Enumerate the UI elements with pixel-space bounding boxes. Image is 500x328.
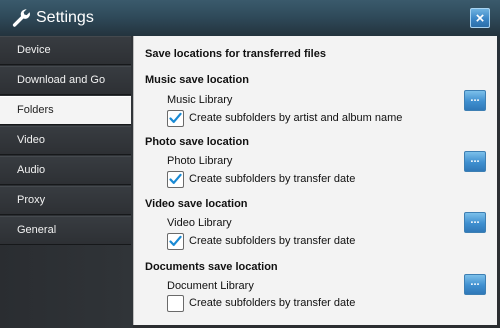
wrench-icon: [12, 9, 30, 27]
documents-subfolders-checkbox[interactable]: [167, 295, 184, 312]
checkmark-icon: [169, 173, 182, 184]
sidebar-item-video[interactable]: Video: [0, 126, 131, 155]
photo-section-title: Photo save location: [145, 136, 249, 148]
sidebar-item-folders[interactable]: Folders: [0, 96, 131, 125]
video-subfolders-option[interactable]: Create subfolders by transfer date: [167, 233, 367, 251]
video-subfolders-label: Create subfolders by transfer date: [189, 235, 356, 247]
documents-browse-button[interactable]: ...: [464, 274, 486, 295]
settings-window: Settings × Device Download and Go Folder…: [0, 0, 500, 328]
documents-location-value: Document Library: [167, 280, 254, 292]
video-browse-button[interactable]: ...: [464, 212, 486, 233]
folders-panel: Save locations for transferred files Mus…: [133, 36, 497, 325]
documents-subfolders-option[interactable]: Create subfolders by transfer date: [167, 295, 367, 313]
sidebar-item-download-and-go[interactable]: Download and Go: [0, 66, 131, 95]
sidebar-item-device[interactable]: Device: [0, 36, 131, 65]
video-section-title: Video save location: [145, 198, 248, 210]
video-location-value: Video Library: [167, 217, 232, 229]
music-browse-button[interactable]: ...: [464, 90, 486, 111]
photo-subfolders-option[interactable]: Create subfolders by transfer date: [167, 171, 367, 189]
close-button[interactable]: ×: [470, 8, 490, 28]
photo-subfolders-label: Create subfolders by transfer date: [189, 173, 356, 185]
music-subfolders-checkbox[interactable]: [167, 110, 184, 127]
checkmark-icon: [169, 235, 182, 246]
documents-section-title: Documents save location: [145, 261, 278, 273]
photo-browse-button[interactable]: ...: [464, 151, 486, 172]
checkmark-icon: [169, 112, 182, 123]
title-bar: Settings ×: [0, 0, 500, 37]
music-subfolders-option[interactable]: Create subfolders by artist and album na…: [167, 110, 407, 128]
sidebar-item-general[interactable]: General: [0, 216, 131, 245]
photo-subfolders-checkbox[interactable]: [167, 171, 184, 188]
music-subfolders-label: Create subfolders by artist and album na…: [189, 112, 403, 124]
documents-subfolders-label: Create subfolders by transfer date: [189, 297, 356, 309]
music-location-value: Music Library: [167, 94, 233, 106]
panel-heading: Save locations for transferred files: [145, 48, 326, 60]
sidebar-item-audio[interactable]: Audio: [0, 156, 131, 185]
window-title: Settings: [36, 9, 94, 26]
sidebar-item-proxy[interactable]: Proxy: [0, 186, 131, 215]
settings-sidebar: Device Download and Go Folders Video Aud…: [0, 36, 133, 328]
close-icon: ×: [475, 9, 485, 27]
video-subfolders-checkbox[interactable]: [167, 233, 184, 250]
photo-location-value: Photo Library: [167, 155, 233, 167]
music-section-title: Music save location: [145, 74, 249, 86]
